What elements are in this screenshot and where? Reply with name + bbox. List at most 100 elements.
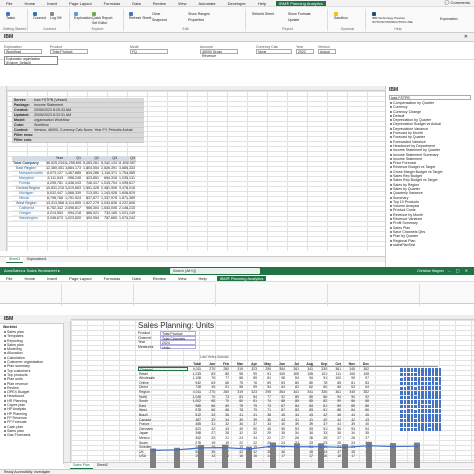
- data-cell[interactable]: 5,283,261: [82, 161, 100, 165]
- data-cell[interactable]: 53: [342, 427, 356, 431]
- data-cell[interactable]: 78: [230, 408, 244, 412]
- data-cell[interactable]: 79: [244, 408, 258, 412]
- data-cell[interactable]: 4,114,855: [64, 201, 82, 205]
- data-cell[interactable]: 2,096,817: [64, 206, 82, 210]
- data-cell[interactable]: 86: [342, 399, 356, 403]
- data-cell[interactable]: 330: [314, 367, 328, 371]
- data-cell[interactable]: 73: [258, 404, 272, 408]
- data-cell[interactable]: 66: [216, 381, 230, 385]
- ribbon-tab[interactable]: File: [4, 276, 14, 281]
- data-cell[interactable]: 978: [188, 408, 202, 412]
- data-cell[interactable]: 87: [272, 404, 286, 408]
- data-cell[interactable]: 341: [286, 390, 300, 394]
- data-cell[interactable]: 5,798,768: [46, 196, 64, 200]
- data-cell[interactable]: 85: [286, 399, 300, 403]
- data-cell[interactable]: 84: [300, 404, 314, 408]
- data-cell[interactable]: 108: [356, 372, 370, 376]
- data-cell[interactable]: 98: [272, 376, 286, 380]
- ribbon-tab[interactable]: Insert: [45, 1, 59, 6]
- data-cell[interactable]: 88: [328, 408, 342, 412]
- data-cell[interactable]: 83: [230, 395, 244, 399]
- data-cell[interactable]: 55: [272, 427, 286, 431]
- data-cell[interactable]: 89: [328, 404, 342, 408]
- ribbon-tab[interactable]: View: [176, 1, 189, 6]
- data-cell[interactable]: 51: [314, 427, 328, 431]
- data-cell[interactable]: 36: [230, 422, 244, 426]
- data-cell[interactable]: 45: [356, 413, 370, 417]
- data-cell[interactable]: 60: [314, 385, 328, 389]
- data-cell[interactable]: 44: [300, 413, 314, 417]
- data-cell[interactable]: 34: [216, 418, 230, 422]
- data-cell[interactable]: 694,316: [100, 176, 118, 180]
- quick-report-button[interactable]: Quick Report: [92, 12, 112, 20]
- snapshot-button[interactable]: Snapshot: [152, 18, 167, 22]
- data-cell[interactable]: 81: [258, 376, 272, 380]
- data-cell[interactable]: 109: [272, 372, 286, 376]
- data-cell[interactable]: 94: [286, 376, 300, 380]
- data-cell[interactable]: 41: [244, 413, 258, 417]
- data-cell[interactable]: 83: [202, 372, 216, 376]
- data-cell[interactable]: 44: [286, 413, 300, 417]
- data-cell[interactable]: 54: [356, 427, 370, 431]
- data-cell[interactable]: 79: [244, 404, 258, 408]
- data-cell[interactable]: 84: [244, 395, 258, 399]
- data-cell[interactable]: 728: [188, 385, 202, 389]
- data-cell[interactable]: 70: [202, 395, 216, 399]
- update-button[interactable]: Update: [288, 18, 299, 22]
- data-cell[interactable]: 98: [230, 372, 244, 376]
- data-cell[interactable]: 41: [286, 418, 300, 422]
- ribbon-tab[interactable]: Data: [130, 1, 142, 6]
- exploration-data-table[interactable]: Year Q1 Q2 Q3 Q4 Total Company 36,525,234 11,29…: [12, 156, 136, 221]
- data-cell[interactable]: 10,831,215: [46, 186, 64, 190]
- ribbon-tab[interactable]: Formulas: [102, 1, 123, 6]
- data-cell[interactable]: 101: [314, 372, 328, 376]
- data-cell[interactable]: 45: [272, 413, 286, 417]
- data-cell[interactable]: 39: [230, 418, 244, 422]
- dimension-selector[interactable]: Units: [160, 344, 196, 350]
- data-cell[interactable]: 1,467,885: [64, 171, 82, 175]
- data-cell[interactable]: 4,237,606: [118, 201, 136, 205]
- data-cell[interactable]: 43: [216, 427, 230, 431]
- data-cell[interactable]: 942: [188, 381, 202, 385]
- data-cell[interactable]: 105: [300, 372, 314, 376]
- data-cell[interactable]: 1,070,242: [118, 216, 136, 220]
- data-cell[interactable]: 91: [258, 372, 272, 376]
- data-cell[interactable]: 85: [300, 399, 314, 403]
- data-cell[interactable]: 59: [244, 385, 258, 389]
- data-cell[interactable]: 62: [300, 385, 314, 389]
- data-cell[interactable]: 86: [314, 395, 328, 399]
- data-cell[interactable]: 88: [356, 399, 370, 403]
- data-cell[interactable]: 63: [342, 385, 356, 389]
- data-cell[interactable]: 270: [202, 367, 216, 371]
- data-cell[interactable]: 40: [314, 418, 328, 422]
- ribbon-tab[interactable]: Help: [196, 276, 208, 281]
- data-cell[interactable]: 74: [258, 399, 272, 403]
- data-cell[interactable]: 2,146,215: [118, 206, 136, 210]
- data-cell[interactable]: 76: [244, 381, 258, 385]
- data-cell[interactable]: 11,600,957: [118, 161, 136, 165]
- data-cell[interactable]: 71: [258, 408, 272, 412]
- data-cell[interactable]: 986: [188, 404, 202, 408]
- data-cell[interactable]: 8,342,133: [100, 161, 118, 165]
- data-cell[interactable]: 361: [328, 367, 342, 371]
- data-cell[interactable]: 1,751,524: [64, 196, 82, 200]
- data-cell[interactable]: 4,011: [188, 390, 202, 394]
- data-cell[interactable]: 68: [202, 399, 216, 403]
- data-cell[interactable]: 69: [258, 381, 272, 385]
- data-cell[interactable]: 39: [342, 422, 356, 426]
- data-cell[interactable]: 80: [230, 399, 244, 403]
- data-cell[interactable]: 83: [286, 408, 300, 412]
- data-cell[interactable]: 78: [230, 404, 244, 408]
- data-cell[interactable]: 966,304: [82, 206, 100, 210]
- data-cell[interactable]: 77: [258, 395, 272, 399]
- data-cell[interactable]: 1,002: [188, 399, 202, 403]
- ribbon-tab[interactable]: Formulas: [102, 276, 123, 281]
- data-cell[interactable]: 1,015,704: [100, 181, 118, 185]
- data-cell[interactable]: 68: [216, 408, 230, 412]
- worklist-item[interactable]: Gas Forecasts: [4, 433, 63, 437]
- field-dropdown[interactable]: Total Product: [50, 49, 88, 54]
- data-cell[interactable]: 323: [244, 367, 258, 371]
- ribbon-tab[interactable]: Review: [151, 1, 168, 6]
- data-cell[interactable]: 1,804,554: [82, 166, 100, 170]
- data-cell[interactable]: 4,973,127: [46, 171, 64, 175]
